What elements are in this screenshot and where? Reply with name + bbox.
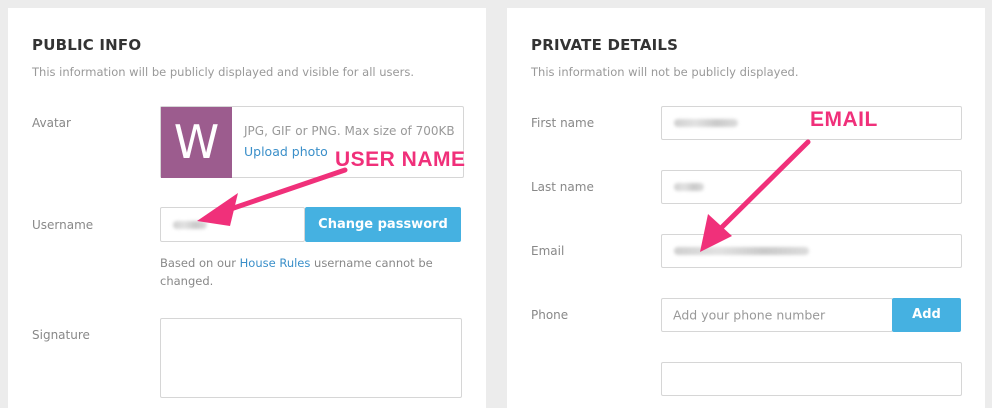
phone-field[interactable]: Add your phone number [661,298,893,332]
add-phone-button[interactable]: Add [892,298,961,332]
first-name-label: First name [531,116,595,130]
signature-field[interactable] [160,318,462,398]
last-name-label: Last name [531,180,594,194]
username-field[interactable] [160,207,305,242]
last-name-field[interactable] [661,170,962,204]
upload-photo-link[interactable]: Upload photo [244,144,328,159]
last-name-value-obscured [674,183,704,191]
signature-label: Signature [32,328,90,342]
email-label: Email [531,244,565,258]
public-info-title: PUBLIC INFO [32,36,142,54]
username-annotation: USER NAME [335,148,466,171]
username-help-prefix: Based on our [160,256,240,270]
avatar[interactable]: W [161,107,232,178]
private-details-subtitle: This information will not be publicly di… [531,65,799,79]
username-label: Username [32,218,94,232]
username-help-text: Based on our House Rules username cannot… [160,254,450,290]
private-details-title: PRIVATE DETAILS [531,36,679,54]
avatar-label: Avatar [32,116,71,130]
email-annotation: EMAIL [810,108,878,131]
email-value-obscured [674,247,809,255]
first-name-value-obscured [674,119,738,127]
public-info-subtitle: This information will be publicly displa… [32,65,414,79]
username-value-obscured [173,220,207,229]
public-info-panel: PUBLIC INFO This information will be pub… [8,8,486,408]
private-details-panel: PRIVATE DETAILS This information will no… [507,8,985,408]
avatar-file-hint: JPG, GIF or PNG. Max size of 700KB [244,124,455,138]
next-field[interactable] [661,362,962,396]
phone-placeholder: Add your phone number [673,307,826,323]
phone-label: Phone [531,308,569,322]
house-rules-link[interactable]: House Rules [240,256,311,270]
email-field[interactable] [661,234,962,268]
change-password-button[interactable]: Change password [305,207,461,242]
